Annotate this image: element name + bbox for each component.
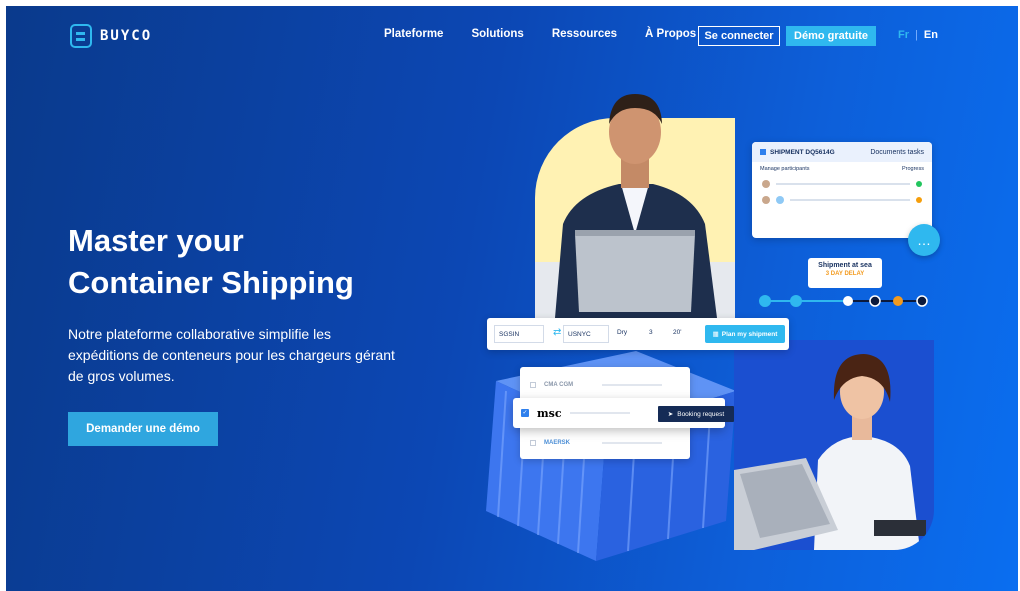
- plan-shipment-label: Plan my shipment: [721, 330, 778, 338]
- checkbox[interactable]: [530, 440, 536, 446]
- status-dot: [916, 197, 922, 203]
- doc-card-subheader: Manage participants Progress: [752, 162, 932, 176]
- chat-bubble-icon[interactable]: …: [908, 224, 940, 256]
- delay-text: 3 DAY DELAY: [825, 271, 865, 277]
- placeholder-line: [602, 442, 662, 444]
- checkbox[interactable]: [530, 382, 536, 388]
- lang-separator: |: [915, 29, 918, 41]
- placeholder-line: [776, 183, 910, 185]
- lang-en-link[interactable]: En: [924, 29, 938, 41]
- quantity-input[interactable]: 3: [649, 329, 653, 336]
- origin-port-input[interactable]: SGSIN: [494, 325, 544, 343]
- main-nav: Plateforme Solutions Ressources À Propos: [384, 28, 696, 40]
- lang-fr-link[interactable]: Fr: [898, 29, 909, 41]
- destination-port-input[interactable]: USNYC: [563, 325, 609, 343]
- status-dot: [916, 181, 922, 187]
- checkbox-checked-icon[interactable]: ✓: [521, 409, 529, 417]
- documents-tasks-tab[interactable]: Documents tasks: [870, 149, 924, 156]
- login-button[interactable]: Se connecter: [698, 26, 780, 46]
- carrier-logo-maersk: MAERSK: [544, 440, 571, 446]
- carrier-logo-msc: msc: [537, 406, 562, 420]
- manage-participants-link[interactable]: Manage participants: [760, 166, 810, 172]
- man-laptop-photo: [535, 94, 735, 318]
- carrier-row-cma[interactable]: CMA CGM: [520, 371, 690, 399]
- participant-row: [752, 176, 932, 192]
- hero-section: BUYCO Plateforme Solutions Ressources À …: [6, 6, 1018, 591]
- shipment-icon: [760, 149, 766, 155]
- hero-subtitle: Notre plateforme collaborative simplifie…: [68, 326, 395, 384]
- avatar: [776, 196, 784, 204]
- woman-photo-backdrop: [734, 340, 934, 550]
- avatar: [762, 180, 770, 188]
- placeholder-line: [602, 384, 662, 386]
- woman-laptop-photo: [734, 354, 926, 550]
- plan-shipment-button[interactable]: ▦ Plan my shipment: [705, 325, 785, 343]
- buyco-logo[interactable]: BUYCO: [70, 24, 152, 48]
- shipment-documents-card: SHIPMENT DQ5614G Documents tasks Manage …: [752, 142, 932, 238]
- avatar: [762, 196, 770, 204]
- shipment-id: SHIPMENT DQ5614G: [770, 148, 835, 156]
- nav-item-ressources[interactable]: Ressources: [552, 28, 617, 40]
- swap-arrows-icon[interactable]: ⇄: [553, 327, 561, 338]
- booking-request-label: Booking request: [677, 410, 725, 418]
- container-size-select[interactable]: 20': [673, 329, 681, 336]
- participant-row: [752, 192, 932, 208]
- shipment-search-bar: SGSIN ⇄ USNYC Dry 3 20' ▦ Plan my shipme…: [487, 318, 789, 350]
- calendar-icon: ▦: [712, 331, 719, 338]
- shipment-title: SHIPMENT DQ5614G: [760, 149, 835, 156]
- hero-title: Master your Container Shipping: [68, 220, 468, 304]
- sea-status-text: Shipment at sea: [818, 262, 872, 269]
- logo-mark-icon: [70, 24, 92, 48]
- language-switcher: Fr | En: [898, 29, 938, 41]
- send-icon: ➤: [667, 411, 674, 418]
- carrier-row-maersk[interactable]: MAERSK: [520, 429, 690, 457]
- hero-title-line1: Master your: [68, 223, 244, 258]
- shipment-status-tooltip: Shipment at sea 3 DAY DELAY: [808, 258, 882, 288]
- nav-item-solutions[interactable]: Solutions: [471, 28, 523, 40]
- free-demo-button[interactable]: Démo gratuite: [786, 26, 876, 46]
- booking-request-button[interactable]: ➤ Booking request: [658, 406, 734, 422]
- hero-title-line2: Container Shipping: [68, 265, 354, 300]
- placeholder-line: [790, 199, 910, 201]
- carrier-logo-cma: CMA CGM: [544, 382, 574, 388]
- doc-card-header: SHIPMENT DQ5614G Documents tasks: [752, 142, 932, 162]
- progress-label: Progress: [901, 166, 924, 172]
- placeholder-line: [569, 412, 630, 414]
- nav-item-a-propos[interactable]: À Propos: [645, 28, 696, 40]
- container-type-select[interactable]: Dry: [617, 329, 627, 336]
- logo-text: BUYCO: [100, 28, 153, 44]
- shipment-progress-timeline: [759, 295, 928, 307]
- nav-item-plateforme[interactable]: Plateforme: [384, 28, 443, 40]
- request-demo-button[interactable]: Demander une démo: [68, 412, 218, 446]
